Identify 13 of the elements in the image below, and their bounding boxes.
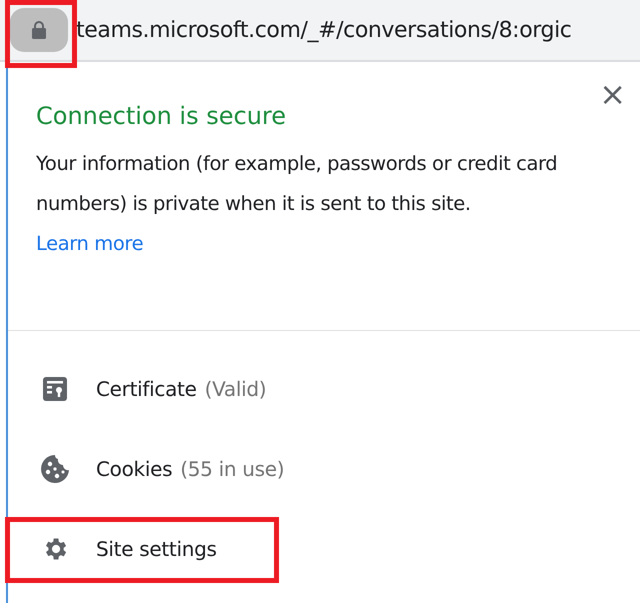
item-detail: (55 in use) — [180, 457, 284, 481]
menu-item[interactable]: Cookies — [96, 457, 172, 481]
item-detail: (Valid) — [204, 377, 266, 401]
popup-title: Connection is secure — [36, 102, 288, 130]
certificate-icon — [42, 376, 68, 402]
learn-more-link[interactable]: Learn more — [36, 232, 144, 255]
cookie-icon — [40, 454, 70, 484]
close-button[interactable]: × — [595, 78, 630, 110]
menu-item[interactable]: Site settings — [96, 537, 217, 561]
menu-item[interactable]: Certificate — [96, 377, 197, 401]
lock-button[interactable] — [10, 8, 68, 52]
description-text: Your information (for example, passwords or credit card numbers) is private when it is sent to this site. — [36, 151, 558, 217]
lock-icon — [31, 20, 47, 40]
